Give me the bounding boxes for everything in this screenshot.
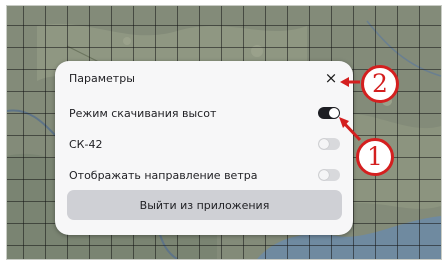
callout-badge-1: 1	[356, 138, 394, 176]
callout-arrows	[339, 77, 362, 142]
screenshot-frame: Параметры × Режим скачивания высот СК-42…	[0, 0, 445, 262]
callout-badge-2: 2	[361, 65, 399, 103]
callout-2-arrowhead	[340, 77, 349, 87]
